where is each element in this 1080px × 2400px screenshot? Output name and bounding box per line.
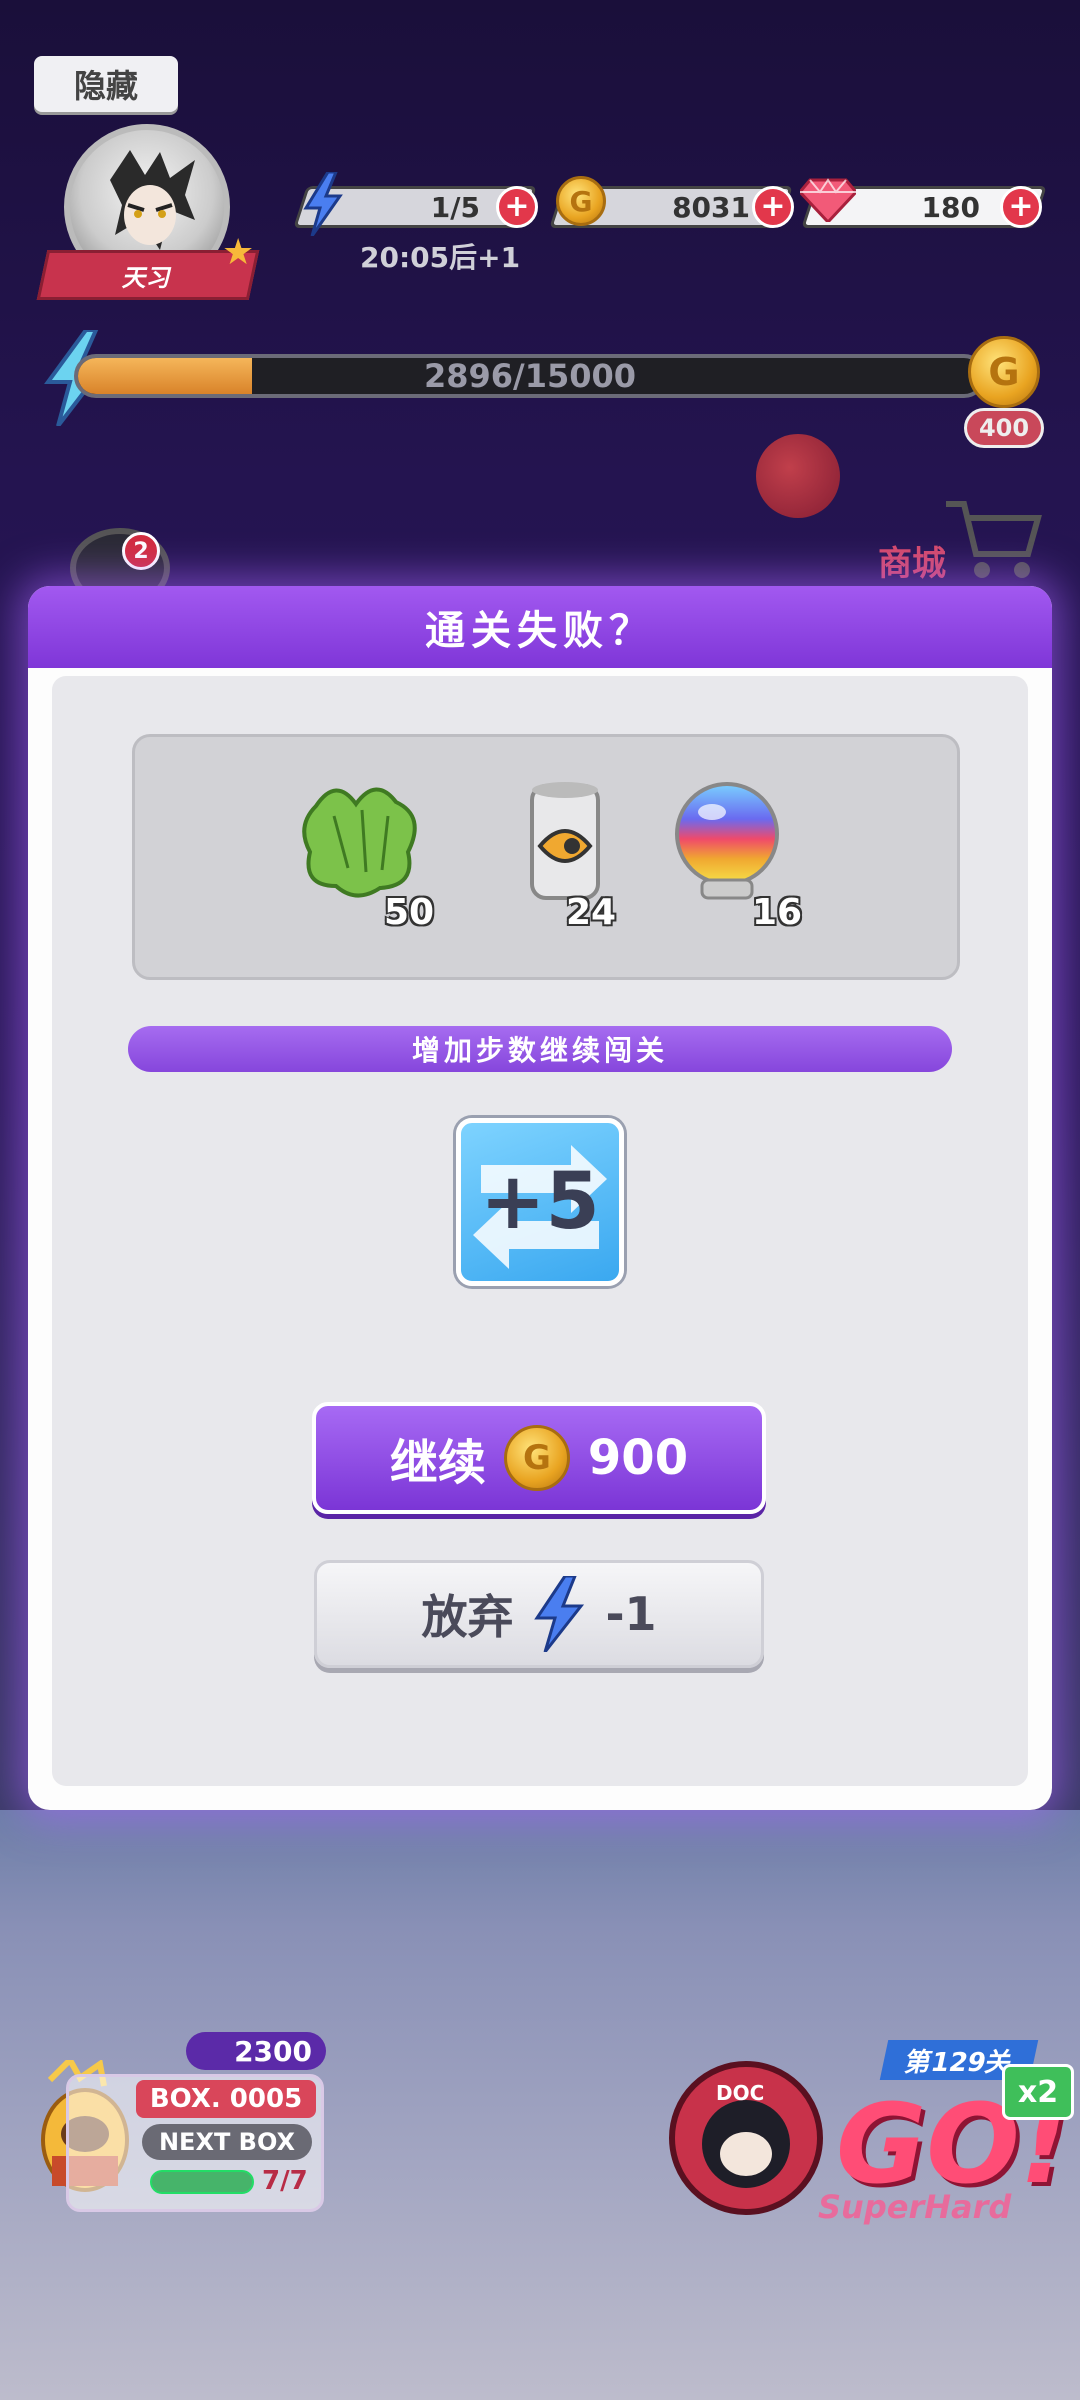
level-failed-dialog: 通关失败？ 50 24 16 增加步数继续闯关 +5 继续 G 900 放弃 -…: [28, 586, 1052, 1810]
abandon-button[interactable]: 放弃 -1: [314, 1560, 764, 1668]
difficulty-label: SuperHard: [818, 2188, 1012, 2226]
avatar-portrait-icon: [110, 150, 195, 250]
go-character-icon: DOC: [669, 2061, 823, 2215]
reward-count: 24: [566, 892, 617, 933]
box-title: BOX. 0005: [136, 2080, 316, 2118]
hide-button[interactable]: 隐藏: [34, 56, 178, 112]
exp-progress-text: 2896/15000: [423, 357, 637, 395]
shop-label[interactable]: 商城: [878, 536, 946, 585]
svg-text:DOC: DOC: [716, 2081, 764, 2105]
planet-icon[interactable]: [756, 434, 840, 518]
rainbow-orb-icon: [675, 782, 779, 900]
lightning-icon: [303, 172, 343, 236]
continue-button[interactable]: 继续 G 900: [312, 1402, 766, 1514]
reward-amount: 400: [964, 408, 1044, 448]
box-progress-bar: [150, 2170, 254, 2194]
gem-value: 180: [921, 190, 980, 224]
gem-count-badge: 2300: [186, 2032, 326, 2070]
reward-count: 16: [752, 892, 803, 933]
next-box-label: NEXT BOX: [142, 2124, 312, 2160]
continue-cost: 900: [587, 1430, 689, 1486]
coin-value: 8031: [672, 190, 750, 224]
shop-cart-icon[interactable]: [942, 494, 1042, 584]
leaf-bundle-icon: [302, 787, 417, 898]
reward-coin-icon[interactable]: G: [968, 336, 1040, 408]
abandon-cost: -1: [605, 1587, 657, 1641]
add-gems-button[interactable]: +: [1000, 186, 1042, 228]
bonus-moves-value: +5: [480, 1157, 600, 1247]
gem-icon: [800, 178, 856, 222]
reward-count: 50: [384, 892, 435, 933]
energy-timer: 20:05后+1: [360, 241, 521, 274]
section-banner: 增加步数继续闯关: [128, 1026, 952, 1072]
coin-icon: G: [556, 176, 606, 226]
box-ratio: 7/7: [262, 2166, 308, 2196]
multiplier-badge[interactable]: x2: [1002, 2064, 1074, 2120]
coin-icon: G: [503, 1425, 570, 1491]
continue-label: 继续: [389, 1435, 486, 1491]
player-name: 天习: [120, 263, 175, 292]
notification-badge: 2: [122, 532, 160, 570]
dialog-title: 通关失败？: [28, 586, 1052, 668]
star-icon: ★: [222, 232, 255, 273]
add-coins-button[interactable]: +: [752, 186, 794, 228]
energy-value: 1/5: [430, 190, 480, 224]
add-energy-button[interactable]: +: [496, 186, 538, 228]
drink-can-icon: [530, 782, 600, 900]
abandon-label: 放弃: [421, 1590, 514, 1644]
lightning-icon: [534, 1576, 585, 1652]
